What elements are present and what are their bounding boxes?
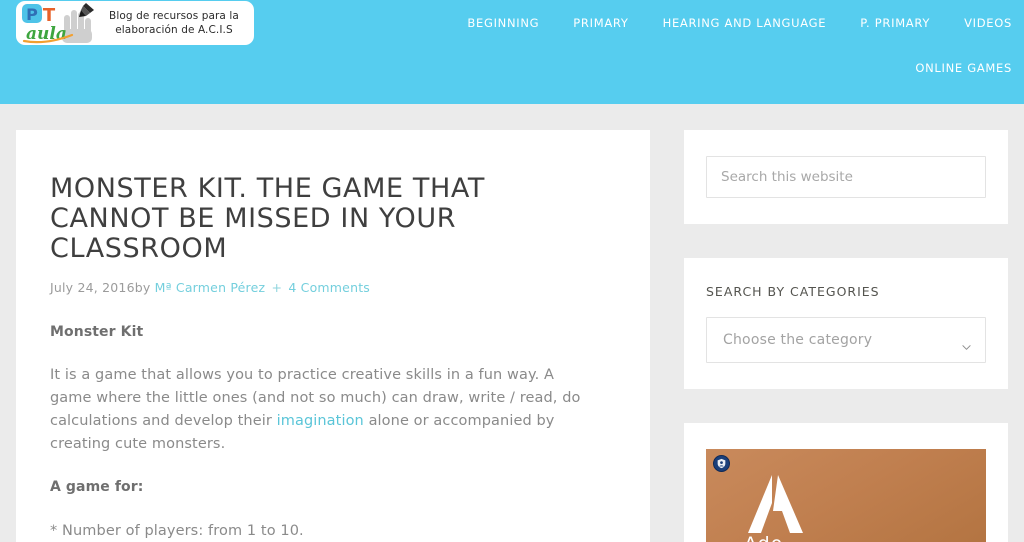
game-for-label: A game for: [50,479,144,495]
list-item-players: * Number of players: from 1 to 10. [50,523,304,539]
nav-item-videos[interactable]: VIDEOS [964,16,1012,30]
tagline-line-2: elaboración de A.C.I.S [115,24,233,36]
svg-text:T: T [43,5,56,26]
widget-categories: SEARCH BY CATEGORIES Choose the category [684,258,1008,389]
shield-badge-icon [713,455,730,472]
imagination-link[interactable]: imagination [277,413,364,429]
entry-comments-link[interactable]: 4 Comments [288,280,370,295]
nav-item-hearing-and-language[interactable]: HEARING AND LANGUAGE [663,16,827,30]
svg-text:P: P [26,5,38,24]
adobe-wordmark: Ado [744,533,783,542]
category-select-value: Choose the category [723,332,873,348]
entry-date: July 24, 2016 [50,280,135,295]
site-inner: MONSTER KIT. THE GAME THAT CANNOT BE MIS… [0,104,1024,542]
primary-navigation: BEGINNING PRIMARY HEARING AND LANGUAGE P… [412,0,1012,90]
tagline-line-1: Blog de recursos para la [109,10,239,22]
widget-title-categories: SEARCH BY CATEGORIES [706,284,880,299]
adobe-a-logo-icon [748,475,810,537]
category-select[interactable]: Choose the category [706,317,986,363]
entry-subheading-text: Monster Kit [50,324,144,340]
adobe-banner-image[interactable]: Ado [706,449,986,542]
nav-item-primary[interactable]: PRIMARY [573,16,628,30]
site-header: P T aula Blog de recursos para la elabor… [0,0,1024,104]
entry-author-link[interactable]: Mª Carmen Pérez [155,280,266,295]
nav-row-primary: BEGINNING PRIMARY HEARING AND LANGUAGE P… [412,0,1012,46]
search-input[interactable] [706,156,986,198]
pt-aula-logo-icon: P T aula [16,1,102,45]
nav-item-p-primary[interactable]: P. PRIMARY [860,16,930,30]
entry-by-text: by [134,280,151,295]
chevron-down-icon [962,337,971,350]
widget-banner: Ado [684,423,1008,542]
site-logo[interactable]: P T aula Blog de recursos para la elabor… [16,1,254,45]
entry-meta: July 24, 2016by Mª Carmen Pérez + 4 Comm… [50,280,600,295]
page-title: MONSTER KIT. THE GAME THAT CANNOT BE MIS… [50,173,485,264]
entry-paragraph-intro: It is a game that allows you to practice… [50,364,600,456]
widget-search [684,130,1008,224]
entry-subheading: Monster Kit [50,321,600,344]
sidebar: SEARCH BY CATEGORIES Choose the category [684,130,1008,542]
nav-item-beginning[interactable]: BEGINNING [467,16,539,30]
main-content: MONSTER KIT. THE GAME THAT CANNOT BE MIS… [16,130,650,542]
site-tagline: Blog de recursos para la elaboración de … [102,9,254,37]
nav-item-online-games[interactable]: ONLINE GAMES [915,61,1012,75]
nav-row-secondary: ONLINE GAMES [412,46,1012,90]
entry-content: Monster Kit It is a game that allows you… [50,321,600,542]
meta-separator: + [271,280,283,295]
